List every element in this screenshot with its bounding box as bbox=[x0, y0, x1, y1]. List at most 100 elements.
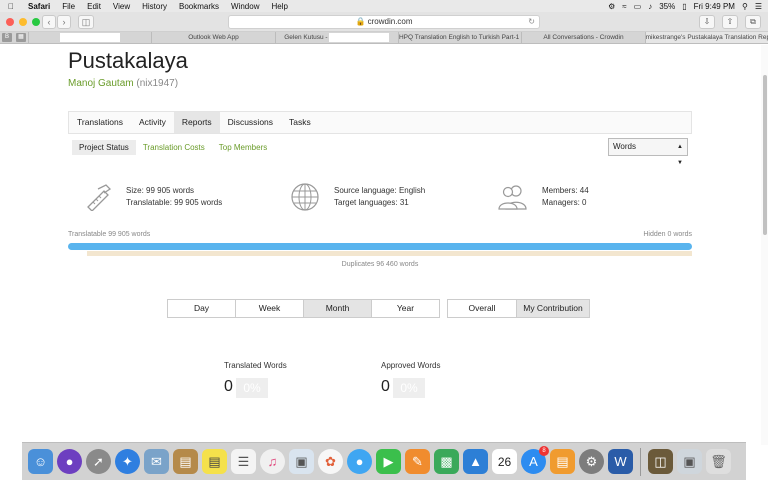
stats-size-block: Size: 99 905 words Translatable: 99 905 … bbox=[126, 185, 222, 209]
tab-activity[interactable]: Activity bbox=[131, 112, 174, 133]
globe-icon bbox=[291, 183, 319, 211]
subtab-project-status[interactable]: Project Status bbox=[72, 140, 136, 155]
tab-redacted-title bbox=[329, 32, 390, 42]
translatable-progress-bar bbox=[68, 243, 692, 250]
word-icon[interactable]: W bbox=[608, 449, 633, 474]
facetime-icon[interactable]: ▶ bbox=[376, 449, 401, 474]
clock[interactable]: Fri 9:49 PM bbox=[694, 2, 735, 11]
menu-help[interactable]: Help bbox=[265, 2, 293, 11]
safari-icon[interactable]: ✦ bbox=[115, 449, 140, 474]
ibooks-icon[interactable]: ▤ bbox=[550, 449, 575, 474]
dock-separator bbox=[640, 447, 641, 476]
back-button[interactable]: ‹ bbox=[42, 15, 56, 29]
close-window-button[interactable] bbox=[6, 18, 14, 26]
tab-translations[interactable]: Translations bbox=[69, 112, 131, 133]
battery-percent[interactable]: 35% bbox=[659, 2, 675, 11]
calendar-icon[interactable]: 26 bbox=[492, 449, 517, 474]
approved-words-label: Approved Words bbox=[381, 361, 441, 370]
battery-icon[interactable]: ▯ bbox=[682, 2, 686, 11]
tab-outlook[interactable]: Outlook Web App bbox=[151, 32, 274, 43]
menu-view[interactable]: View bbox=[107, 2, 136, 11]
airplay-icon[interactable]: ▭ bbox=[634, 2, 642, 11]
tab-blank[interactable] bbox=[28, 32, 151, 43]
period-day[interactable]: Day bbox=[167, 299, 236, 318]
messages-icon[interactable]: ● bbox=[347, 449, 372, 474]
project-owner: Manoj Gautam (nix1947) bbox=[68, 78, 178, 89]
sidebar-toggle-icon[interactable]: ◫ bbox=[78, 15, 94, 29]
app-store-icon[interactable]: A8 bbox=[521, 446, 549, 474]
launchpad-icon[interactable]: ➚ bbox=[86, 449, 111, 474]
menu-bar:  Safari File Edit View History Bookmark… bbox=[0, 0, 768, 12]
period-year[interactable]: Year bbox=[371, 299, 440, 318]
spotlight-icon[interactable]: ⚲ bbox=[742, 2, 748, 11]
scrollbar-thumb[interactable] bbox=[763, 75, 767, 235]
select-arrows-icon: ▲ ▼ bbox=[677, 144, 683, 166]
share-icon[interactable]: ⇧ bbox=[722, 15, 738, 29]
stickies-icon[interactable]: ▤ bbox=[202, 449, 227, 474]
members-icon bbox=[498, 185, 527, 210]
reload-icon[interactable]: ↻ bbox=[528, 16, 535, 28]
scope-my-contribution[interactable]: My Contribution bbox=[516, 299, 590, 318]
address-text: crowdin.com bbox=[367, 17, 413, 26]
forward-button[interactable]: › bbox=[57, 15, 71, 29]
minimize-window-button[interactable] bbox=[19, 18, 27, 26]
notes-icon[interactable]: ▤ bbox=[173, 449, 198, 474]
mail-stamp-icon[interactable]: ✉ bbox=[144, 449, 169, 474]
approved-words-value: 0 bbox=[381, 378, 390, 395]
downloads-icon[interactable]: ⇩ bbox=[699, 15, 715, 29]
numbers-icon[interactable]: ▩ bbox=[434, 449, 459, 474]
wifi-icon[interactable]: ≈ bbox=[622, 2, 626, 11]
subtab-translation-costs[interactable]: Translation Costs bbox=[136, 140, 212, 155]
finder-icon[interactable]: ☺ bbox=[28, 449, 53, 474]
notification-center-icon[interactable]: ☰ bbox=[755, 2, 762, 11]
siri-icon[interactable]: ● bbox=[57, 449, 82, 474]
trash-icon[interactable]: 🗑 bbox=[706, 449, 731, 474]
zoom-window-button[interactable] bbox=[32, 18, 40, 26]
volume-icon[interactable]: ♪ bbox=[648, 2, 652, 11]
system-preferences-icon[interactable]: ⚙ bbox=[579, 449, 604, 474]
unit-select[interactable]: Words ▲ ▼ bbox=[608, 138, 688, 166]
tab-all-conversations[interactable]: All Conversations - Crowdin bbox=[521, 32, 644, 43]
scope-overall[interactable]: Overall bbox=[447, 299, 517, 318]
menu-bookmarks[interactable]: Bookmarks bbox=[173, 2, 225, 11]
tab-reports[interactable]: Reports bbox=[173, 112, 220, 133]
progress-labels: Translatable 99 905 words Hidden 0 words bbox=[68, 231, 692, 238]
stat-size: Size: 99 905 words bbox=[126, 186, 195, 195]
subtab-top-members[interactable]: Top Members bbox=[212, 140, 274, 155]
window-controls bbox=[6, 18, 40, 26]
menu-file[interactable]: File bbox=[56, 2, 81, 11]
pages-icon[interactable]: ✎ bbox=[405, 449, 430, 474]
address-bar[interactable]: 🔒 crowdin.com ↻ bbox=[228, 15, 540, 29]
itunes-icon[interactable]: ♫ bbox=[260, 449, 285, 474]
sync-icon[interactable]: ⚙ bbox=[608, 2, 615, 11]
menu-history[interactable]: History bbox=[136, 2, 173, 11]
keynote-icon[interactable]: ▲ bbox=[463, 449, 488, 474]
menu-window[interactable]: Window bbox=[225, 2, 265, 11]
stats-language-block: Source language: English Target language… bbox=[334, 185, 425, 209]
translated-words-percent: 0% bbox=[236, 378, 268, 398]
tab-tasks[interactable]: Tasks bbox=[281, 112, 319, 133]
photos-icon[interactable]: ✿ bbox=[318, 449, 343, 474]
preview-icon[interactable]: ▣ bbox=[289, 449, 314, 474]
apple-icon[interactable]:  bbox=[0, 2, 22, 11]
period-week[interactable]: Week bbox=[235, 299, 304, 318]
translated-words-label: Translated Words bbox=[224, 361, 287, 370]
page-scrollbar[interactable] bbox=[761, 45, 768, 445]
tabs-overview-icon[interactable]: ⧉ bbox=[745, 15, 761, 29]
tab-pustakalaya-report[interactable]: mikestrange's Pustakalaya Translation Re… bbox=[644, 32, 768, 43]
unit-select-value: Words bbox=[613, 142, 636, 151]
pinned-tab-grid-icon[interactable]: ▦ bbox=[16, 33, 26, 42]
owner-name-link[interactable]: Manoj Gautam bbox=[68, 78, 134, 89]
tab-hpq-translation[interactable]: HPQ Translation English to Turkish Part-… bbox=[397, 32, 521, 43]
desktop-folder-icon[interactable]: ▣ bbox=[677, 449, 702, 474]
stat-members: Members: 44 bbox=[542, 186, 589, 195]
reminders-icon[interactable]: ☰ bbox=[231, 449, 256, 474]
tab-discussions[interactable]: Discussions bbox=[220, 112, 281, 133]
menu-edit[interactable]: Edit bbox=[81, 2, 107, 11]
stat-source-language: Source language: English bbox=[334, 186, 426, 195]
tab-gelen-kutusu[interactable]: Gelen Kutusu - bbox=[274, 32, 398, 43]
menu-app-name[interactable]: Safari bbox=[22, 2, 56, 11]
period-month[interactable]: Month bbox=[303, 299, 372, 318]
photo-viewer-icon[interactable]: ◫ bbox=[648, 449, 673, 474]
pinned-tab-b-icon[interactable]: B bbox=[2, 33, 12, 42]
